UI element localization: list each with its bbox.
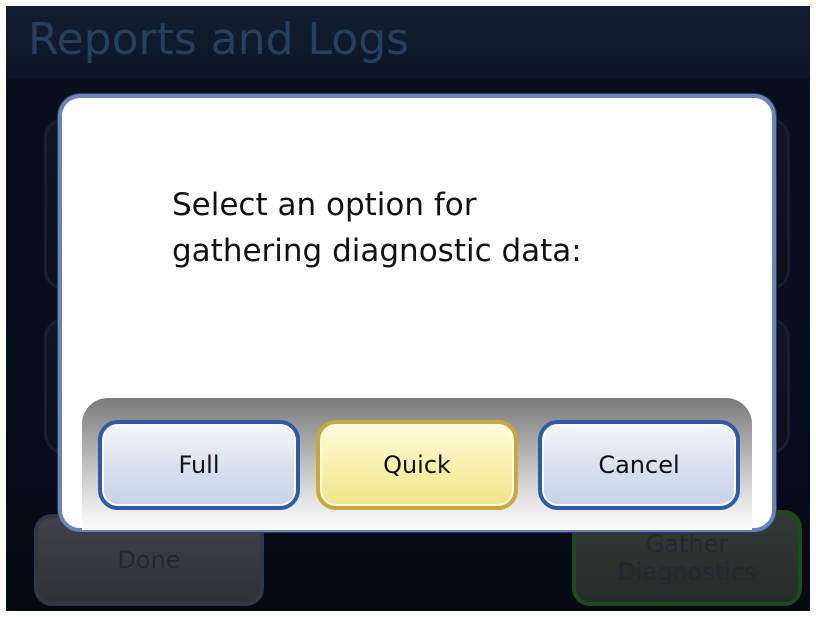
- diagnostics-option-dialog: Select an option for gathering diagnosti…: [58, 94, 776, 532]
- dialog-message-line2: gathering diagnostic data:: [172, 233, 582, 269]
- dialog-button-tray: Full Quick Cancel: [82, 398, 752, 530]
- cancel-button-label: Cancel: [598, 451, 680, 479]
- full-button-label: Full: [178, 451, 220, 479]
- reports-and-logs-screen: Reports and Logs Done Gather Diagnostics…: [6, 6, 810, 611]
- quick-button[interactable]: Quick: [316, 420, 518, 510]
- cancel-button[interactable]: Cancel: [538, 420, 740, 510]
- full-button[interactable]: Full: [98, 420, 300, 510]
- dialog-message: Select an option for gathering diagnosti…: [172, 182, 692, 274]
- quick-button-label: Quick: [383, 451, 451, 479]
- dialog-message-line1: Select an option for: [172, 187, 477, 223]
